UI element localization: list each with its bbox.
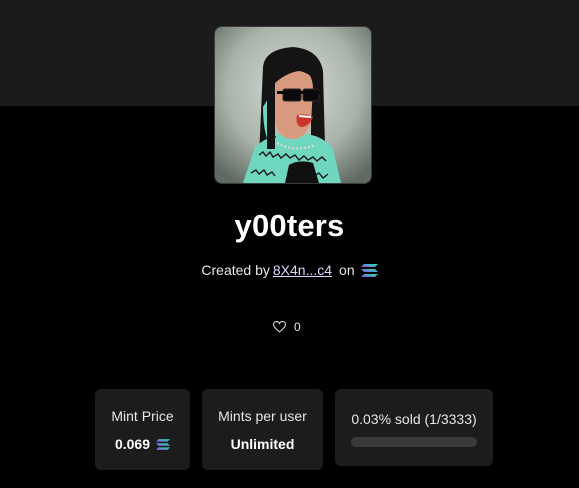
sold-progress-label: 0.03% sold (1/3333)	[351, 411, 477, 427]
mint-price-label: Mint Price	[111, 408, 174, 424]
mint-price-value: 0.069	[114, 436, 151, 452]
collection-title: y00ters	[234, 208, 345, 243]
like-count: 0	[294, 320, 301, 334]
mint-price-value-row: 0.069	[95, 436, 190, 452]
sold-progress-bar	[351, 437, 477, 447]
like-button[interactable]: 0	[273, 320, 301, 334]
sold-progress-card: 0.03% sold (1/3333)	[335, 389, 493, 466]
mints-per-user-value: Unlimited	[230, 436, 295, 452]
solana-icon	[360, 263, 378, 277]
mints-per-user-card: Mints per user Unlimited	[202, 389, 323, 470]
mints-per-user-label: Mints per user	[218, 408, 307, 424]
collection-image	[214, 26, 372, 184]
created-by-label: Created by	[201, 262, 270, 278]
on-label: on	[339, 262, 355, 278]
mint-price-card: Mint Price 0.069	[95, 389, 190, 470]
creator-line: Created by 8X4n...c4 on	[0, 262, 579, 278]
creator-address-link[interactable]: 8X4n...c4	[273, 262, 332, 278]
heart-outline-icon	[273, 321, 286, 333]
solana-icon	[156, 438, 171, 450]
